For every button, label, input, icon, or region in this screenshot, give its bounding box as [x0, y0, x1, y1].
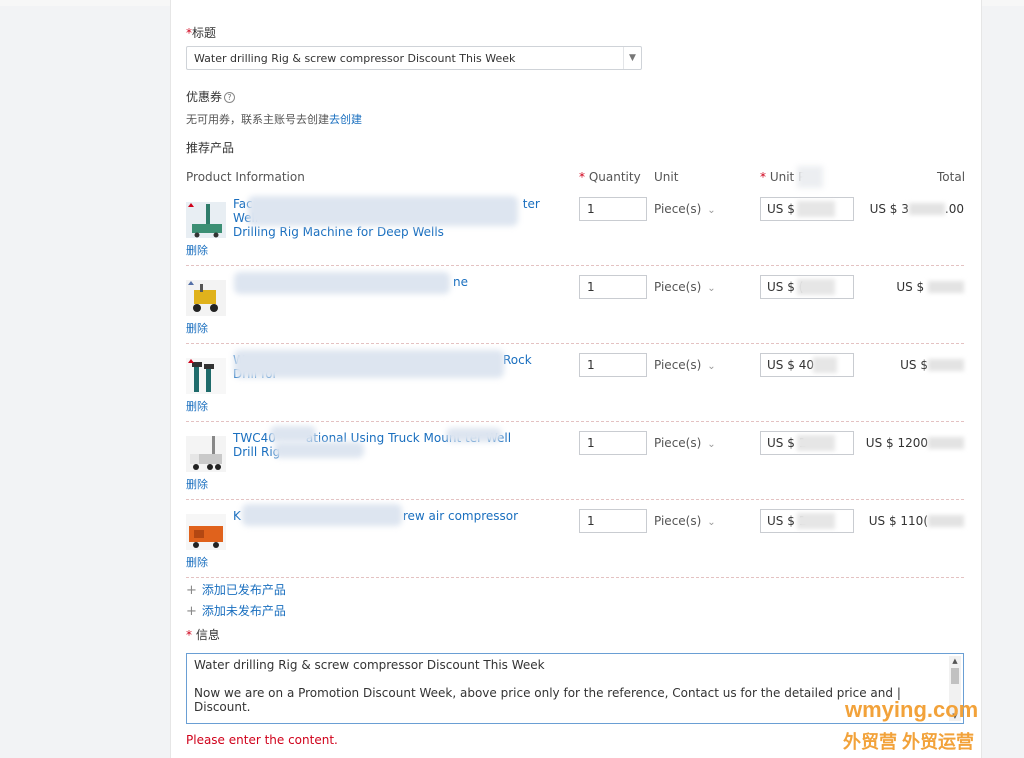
- product-thumbnail[interactable]: [186, 436, 226, 472]
- delete-link[interactable]: 删除: [186, 320, 208, 336]
- quantity-input[interactable]: 1: [579, 431, 647, 455]
- recommended-products-label: 推荐产品: [186, 141, 235, 155]
- redaction-blur: [446, 428, 502, 442]
- create-coupon-link[interactable]: 去创建: [329, 113, 362, 126]
- watermark-text: wmying.com: [845, 697, 979, 722]
- chevron-down-icon: ⌄: [707, 205, 716, 216]
- table-row: ne 删除 1 Piece(s)⌄ US $ ( US $: [186, 266, 964, 344]
- title-label-text: 标题: [192, 26, 217, 40]
- row-total: US $: [900, 358, 964, 372]
- row-divider: [186, 577, 964, 578]
- unit-select[interactable]: Piece(s) ⌄: [654, 202, 716, 216]
- unit-select[interactable]: Piece(s) ⌄: [654, 358, 716, 372]
- delete-link[interactable]: 删除: [186, 242, 208, 258]
- header-product: Product Information: [186, 170, 305, 184]
- help-icon[interactable]: ?: [224, 92, 236, 103]
- table-row: Krew air compressor 删除 1 Piece(s) ⌄ US $ …: [186, 500, 964, 578]
- chevron-down-icon: ⌄: [707, 361, 716, 372]
- row-total: US $ 110(: [869, 514, 964, 528]
- quantity-input[interactable]: 1: [579, 275, 647, 299]
- header-unit: Unit: [654, 170, 679, 184]
- redaction-blur: [234, 272, 450, 294]
- plus-icon: +: [186, 604, 197, 619]
- product-thumbnail[interactable]: [186, 280, 226, 316]
- redaction-blur: [242, 504, 402, 526]
- table-row: TWC40 ational Using Truck Mount ter Well …: [186, 422, 964, 500]
- header-total: Total: [937, 170, 966, 184]
- unit-price-input[interactable]: US $ 1: [760, 509, 854, 533]
- coupon-note-text: 无可用券，联系主账号去创建: [186, 113, 329, 126]
- title-select-value: Water drilling Rig & screw compressor Di…: [194, 52, 516, 65]
- product-thumbnail[interactable]: [186, 514, 226, 550]
- unit-select[interactable]: Piece(s) ⌄: [654, 436, 716, 450]
- table-row: WRock Drill for 删除 1 Piece(s)⌄ US $ 40 U…: [186, 344, 964, 422]
- watermark-text: 外贸营 外贸运营: [843, 732, 975, 752]
- unit-select[interactable]: Piece(s) ⌄: [654, 514, 716, 528]
- unit-price-input[interactable]: US $ (: [760, 275, 854, 299]
- unit-select[interactable]: Piece(s) ⌄: [654, 280, 716, 294]
- coupon-label: 优惠券?: [186, 88, 236, 105]
- redaction-blur: [248, 196, 518, 226]
- unit-price-input[interactable]: US $ 1: [760, 431, 854, 455]
- error-message: Please enter the content.: [186, 733, 338, 747]
- chevron-down-icon: ⌄: [707, 283, 716, 294]
- scrollbar-thumb[interactable]: [951, 668, 959, 684]
- message-label: * 信息: [186, 628, 220, 642]
- quantity-input[interactable]: 1: [579, 197, 647, 221]
- chevron-down-icon[interactable]: ▼: [623, 47, 641, 69]
- table-row: Fac ter Well Drilling Rig Machine for Dee…: [186, 188, 964, 266]
- chevron-down-icon: ⌄: [707, 517, 716, 528]
- title-select[interactable]: Water drilling Rig & screw compressor Di…: [186, 46, 642, 70]
- chevron-down-icon: ⌄: [707, 439, 716, 450]
- row-total: US $ 3.00: [869, 202, 964, 216]
- message-line: Water drilling Rig & screw compressor Di…: [194, 658, 545, 672]
- delete-link[interactable]: 删除: [186, 476, 208, 492]
- quantity-input[interactable]: 1: [579, 353, 647, 377]
- product-thumbnail[interactable]: [186, 202, 226, 238]
- plus-icon: +: [186, 583, 197, 598]
- delete-link[interactable]: 删除: [186, 554, 208, 570]
- title-label: *标题: [186, 24, 216, 41]
- redaction-blur: [274, 442, 364, 458]
- delete-link[interactable]: 删除: [186, 398, 208, 414]
- add-unpublished-product-link[interactable]: + 添加未发布产品: [186, 602, 286, 619]
- row-total: US $ 1200: [866, 436, 964, 450]
- row-total: US $: [896, 280, 964, 294]
- message-line: Discount.: [194, 700, 251, 714]
- coupon-label-text: 优惠券: [186, 90, 223, 104]
- scroll-up-icon[interactable]: ▲: [949, 656, 961, 666]
- coupon-note: 无可用券，联系主账号去创建去创建: [186, 111, 362, 127]
- redaction-blur: [797, 166, 823, 188]
- product-thumbnail[interactable]: [186, 358, 226, 394]
- quantity-input[interactable]: 1: [579, 509, 647, 533]
- message-line: Now we are on a Promotion Discount Week,…: [194, 686, 901, 700]
- add-published-product-link[interactable]: + 添加已发布产品: [186, 581, 286, 598]
- redaction-blur: [270, 426, 316, 442]
- redaction-blur: [234, 350, 504, 378]
- unit-price-input[interactable]: US $: [760, 197, 854, 221]
- header-quantity: * Quantity: [579, 170, 641, 184]
- unit-price-input[interactable]: US $ 40: [760, 353, 854, 377]
